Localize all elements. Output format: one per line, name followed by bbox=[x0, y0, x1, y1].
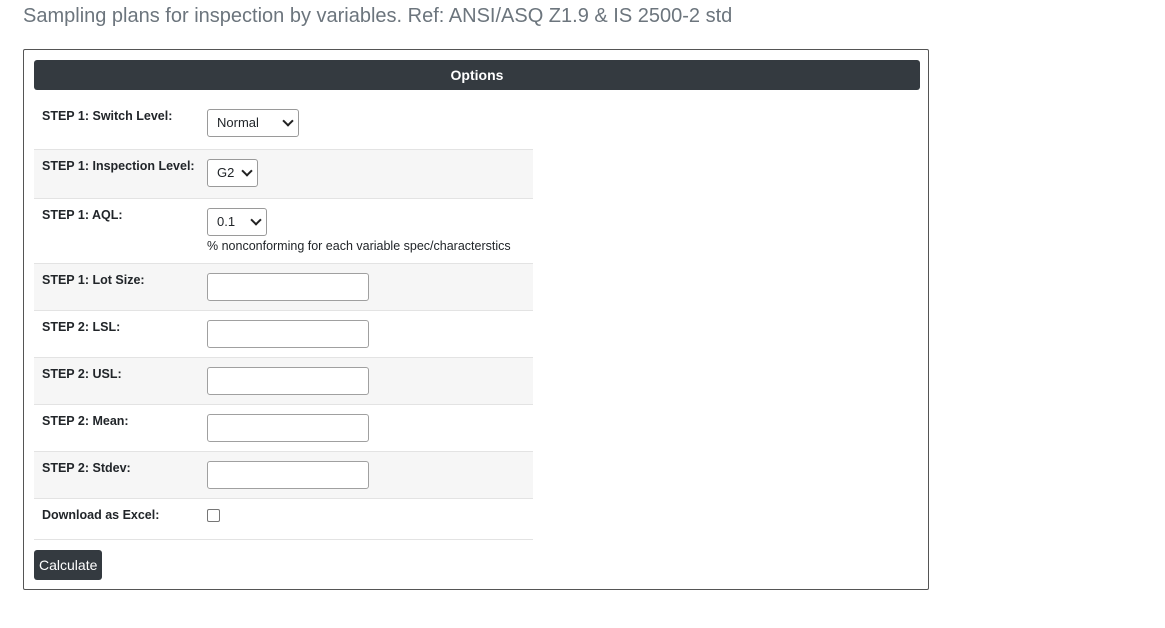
inspection-level-select[interactable]: G2 bbox=[207, 159, 258, 187]
switch-level-value: Normal bbox=[217, 115, 259, 130]
lot-size-label: STEP 1: Lot Size: bbox=[42, 273, 145, 287]
lsl-label: STEP 2: LSL: bbox=[42, 320, 121, 334]
chevron-down-icon bbox=[241, 165, 253, 177]
inspection-level-value: G2 bbox=[217, 165, 235, 180]
calculate-button[interactable]: Calculate bbox=[34, 550, 103, 580]
options-header: Options bbox=[34, 60, 920, 90]
form-row-lsl: STEP 2: LSL: bbox=[34, 311, 533, 358]
download-excel-checkbox[interactable] bbox=[207, 509, 220, 522]
switch-level-label: STEP 1: Switch Level: bbox=[42, 109, 173, 123]
options-card: Options STEP 1: Switch Level: Normal STE… bbox=[23, 49, 929, 590]
form-row-mean: STEP 2: Mean: bbox=[34, 405, 533, 452]
aql-label: STEP 1: AQL: bbox=[42, 208, 123, 222]
form-row-lot-size: STEP 1: Lot Size: bbox=[34, 264, 533, 311]
form-row-download-excel: Download as Excel: bbox=[34, 499, 533, 540]
download-excel-label: Download as Excel: bbox=[42, 508, 160, 522]
aql-select[interactable]: 0.1 bbox=[207, 208, 267, 236]
stdev-input[interactable] bbox=[207, 461, 369, 489]
mean-label: STEP 2: Mean: bbox=[42, 414, 129, 428]
usl-input[interactable] bbox=[207, 367, 369, 395]
form-row-aql: STEP 1: AQL: 0.1 % nonconforming for eac… bbox=[34, 199, 533, 264]
form-row-switch-level: STEP 1: Switch Level: Normal bbox=[34, 100, 533, 150]
page-title: Sampling plans for inspection by variabl… bbox=[23, 5, 733, 27]
switch-level-select[interactable]: Normal bbox=[207, 109, 299, 137]
form-row-inspection-level: STEP 1: Inspection Level: G2 bbox=[34, 150, 533, 199]
aql-value: 0.1 bbox=[217, 214, 236, 229]
inspection-level-label: STEP 1: Inspection Level: bbox=[42, 159, 195, 173]
usl-label: STEP 2: USL: bbox=[42, 367, 122, 381]
lot-size-input[interactable] bbox=[207, 273, 369, 301]
form-row-usl: STEP 2: USL: bbox=[34, 358, 533, 405]
form-row-stdev: STEP 2: Stdev: bbox=[34, 452, 533, 499]
lsl-input[interactable] bbox=[207, 320, 369, 348]
aql-hint: % nonconforming for each variable spec/c… bbox=[207, 239, 511, 253]
chevron-down-icon bbox=[282, 115, 294, 127]
options-form: STEP 1: Switch Level: Normal STEP 1: Ins… bbox=[34, 100, 533, 540]
chevron-down-icon bbox=[250, 214, 262, 226]
stdev-label: STEP 2: Stdev: bbox=[42, 461, 131, 475]
mean-input[interactable] bbox=[207, 414, 369, 442]
